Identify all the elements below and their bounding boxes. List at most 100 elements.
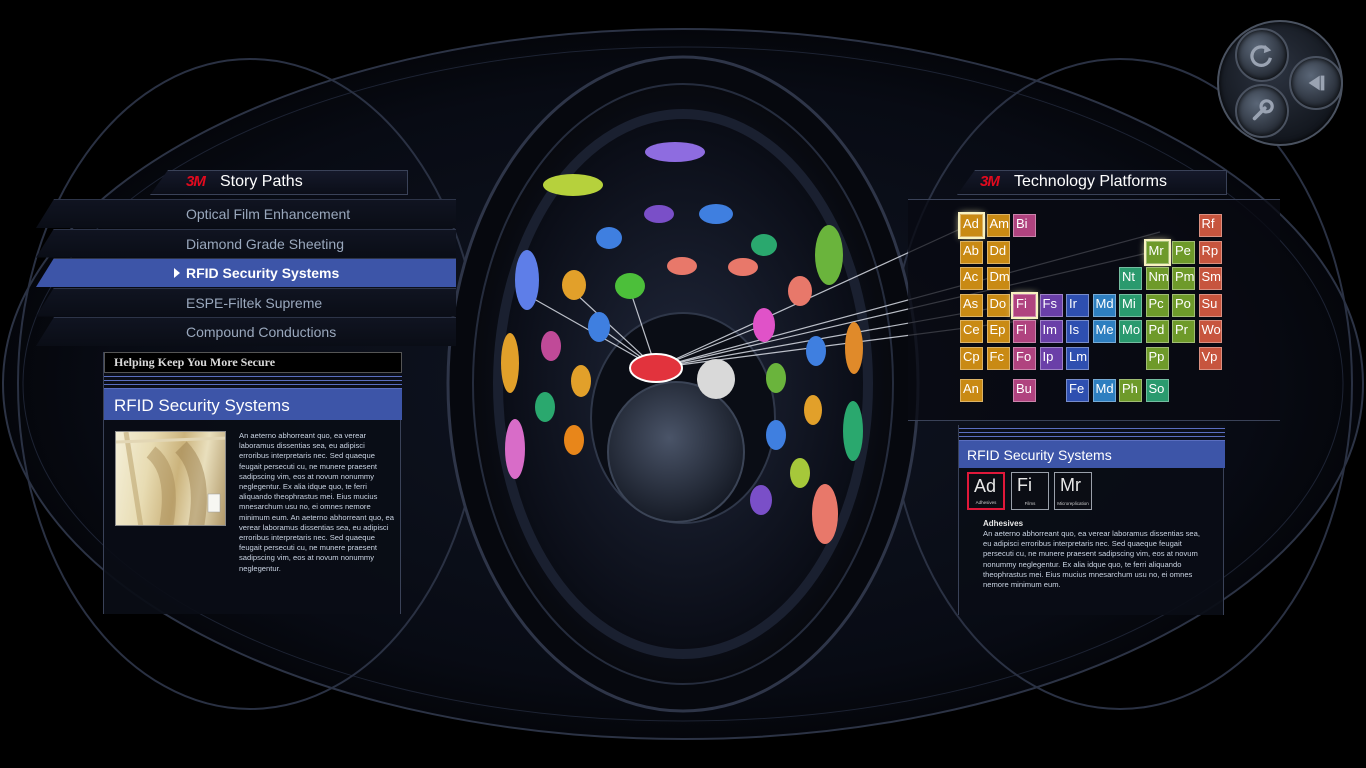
hub-petal[interactable] xyxy=(571,365,591,397)
element-tile-so[interactable]: So xyxy=(1145,379,1169,402)
element-tile-do[interactable]: Do xyxy=(986,293,1010,317)
hub-petal[interactable] xyxy=(751,234,777,256)
element-tile-vp[interactable]: Vp xyxy=(1198,346,1222,370)
element-tile-ir[interactable]: Ir xyxy=(1066,293,1089,317)
hub-petal[interactable] xyxy=(804,395,822,425)
element-tile-wo[interactable]: Wo xyxy=(1198,320,1222,343)
element-symbol: Pp xyxy=(1148,348,1165,364)
hub-petal[interactable] xyxy=(596,227,622,249)
element-tile-pe[interactable]: Pe xyxy=(1172,240,1195,264)
hub-petal[interactable] xyxy=(788,276,812,306)
menu-item-rfid-security[interactable]: RFID Security Systems xyxy=(36,258,456,287)
element-tile-fs[interactable]: Fs xyxy=(1039,293,1063,317)
hub-petal[interactable] xyxy=(766,420,786,450)
element-symbol: Lm xyxy=(1069,348,1088,364)
hub-petal[interactable] xyxy=(644,205,674,223)
tile-microreplication[interactable]: Mr Microreplication xyxy=(1054,472,1092,510)
hub-petal[interactable] xyxy=(790,458,810,488)
menu-item-compound-conductions[interactable]: Compound Conductions xyxy=(36,317,456,346)
menu-item-diamond-grade[interactable]: Diamond Grade Sheeting xyxy=(36,228,456,258)
hub-petal[interactable] xyxy=(615,273,645,299)
element-tile-dd[interactable]: Dd xyxy=(986,240,1010,264)
back-icon xyxy=(1308,75,1325,91)
hub-petal[interactable] xyxy=(728,258,758,276)
element-tile-ep[interactable]: Ep xyxy=(986,320,1010,343)
back-button[interactable] xyxy=(1289,56,1343,110)
hub-petal[interactable] xyxy=(699,204,733,224)
hub-petal[interactable] xyxy=(564,425,584,455)
element-tile-pc[interactable]: Pc xyxy=(1145,293,1169,317)
hub-petal[interactable] xyxy=(501,333,519,393)
element-tile-fo[interactable]: Fo xyxy=(1013,346,1036,370)
element-tile-is[interactable]: Is xyxy=(1066,320,1089,343)
element-symbol: Po xyxy=(1175,295,1191,311)
hub-petal[interactable] xyxy=(766,363,786,393)
hub-petal[interactable] xyxy=(562,270,586,300)
hub-petal[interactable] xyxy=(845,322,863,374)
element-symbol: Pm xyxy=(1175,269,1195,284)
element-tile-md[interactable]: Md xyxy=(1092,293,1116,317)
hub-petal[interactable] xyxy=(543,174,603,196)
element-symbol: Ep xyxy=(989,322,1006,337)
tile-name: Microreplication xyxy=(1057,501,1089,506)
element-tile-md[interactable]: Md xyxy=(1092,379,1116,402)
element-tile-lm[interactable]: Lm xyxy=(1066,346,1089,370)
hub-petal[interactable] xyxy=(515,250,539,310)
element-tile-me[interactable]: Me xyxy=(1092,320,1116,343)
element-tile-pm[interactable]: Pm xyxy=(1172,267,1195,290)
tile-films[interactable]: Fi Films xyxy=(1011,472,1049,510)
element-tile-ce[interactable]: Ce xyxy=(960,320,983,343)
element-tile-ph[interactable]: Ph xyxy=(1119,379,1142,402)
element-tile-fe[interactable]: Fe xyxy=(1066,379,1089,402)
element-tile-mi[interactable]: Mi xyxy=(1119,293,1142,317)
element-tile-po[interactable]: Po xyxy=(1172,293,1195,317)
element-tile-pp[interactable]: Pp xyxy=(1145,346,1169,370)
hub-petal[interactable] xyxy=(750,485,772,515)
settings-button[interactable] xyxy=(1235,84,1289,138)
element-tile-pr[interactable]: Pr xyxy=(1172,320,1195,343)
element-tile-ac[interactable]: Ac xyxy=(960,267,983,290)
element-tile-nt[interactable]: Nt xyxy=(1119,267,1142,290)
element-tile-fc[interactable]: Fc xyxy=(986,346,1010,370)
element-tile-an[interactable]: An xyxy=(960,379,983,402)
hub-petal[interactable] xyxy=(753,308,775,342)
element-tile-nm[interactable]: Nm xyxy=(1145,267,1169,290)
menu-item-optical-film[interactable]: Optical Film Enhancement xyxy=(36,199,456,228)
story-paths-menu: Optical Film Enhancement Diamond Grade S… xyxy=(36,199,456,347)
element-symbol: Nm xyxy=(1148,269,1169,284)
element-tile-su[interactable]: Su xyxy=(1198,293,1222,317)
hub-petal[interactable] xyxy=(505,419,525,479)
element-tile-ab[interactable]: Ab xyxy=(960,240,983,264)
hub-petal[interactable] xyxy=(588,312,610,342)
hub-petal[interactable] xyxy=(806,336,826,366)
element-tile-ad[interactable]: Ad xyxy=(958,212,985,239)
element-tile-sm[interactable]: Sm xyxy=(1198,267,1222,290)
hub-petal[interactable] xyxy=(541,331,561,361)
hub-petal[interactable] xyxy=(667,257,697,275)
element-tile-rp[interactable]: Rp xyxy=(1198,240,1222,264)
story-paths-title: Story Paths xyxy=(220,173,303,190)
element-tile-fl[interactable]: Fl xyxy=(1013,320,1036,343)
hub-petal[interactable] xyxy=(645,142,705,162)
element-symbol: Md xyxy=(1095,381,1114,396)
element-tile-mo[interactable]: Mo xyxy=(1119,320,1142,343)
element-tile-mr[interactable]: Mr xyxy=(1143,238,1171,266)
element-tile-dm[interactable]: Dm xyxy=(986,267,1010,290)
tile-adhesives[interactable]: Ad Adhesives xyxy=(967,472,1005,510)
menu-item-espe-filtek[interactable]: ESPE-Filtek Supreme xyxy=(36,287,456,317)
hub-petal[interactable] xyxy=(815,225,843,285)
element-tile-bu[interactable]: Bu xyxy=(1013,379,1036,402)
element-tile-rf[interactable]: Rf xyxy=(1198,214,1222,237)
element-tile-am[interactable]: Am xyxy=(986,214,1010,237)
hub-petal[interactable] xyxy=(812,484,838,544)
element-tile-bi[interactable]: Bi xyxy=(1013,214,1036,237)
element-tile-im[interactable]: Im xyxy=(1039,320,1063,343)
element-tile-cp[interactable]: Cp xyxy=(960,346,983,370)
element-tile-pd[interactable]: Pd xyxy=(1145,320,1169,343)
hub-petal[interactable] xyxy=(843,401,863,461)
hub-petal[interactable] xyxy=(535,392,555,422)
element-tile-fi[interactable]: Fi xyxy=(1011,291,1038,319)
element-tile-as[interactable]: As xyxy=(960,293,983,317)
refresh-button[interactable] xyxy=(1235,28,1289,82)
element-tile-ip[interactable]: Ip xyxy=(1039,346,1063,370)
